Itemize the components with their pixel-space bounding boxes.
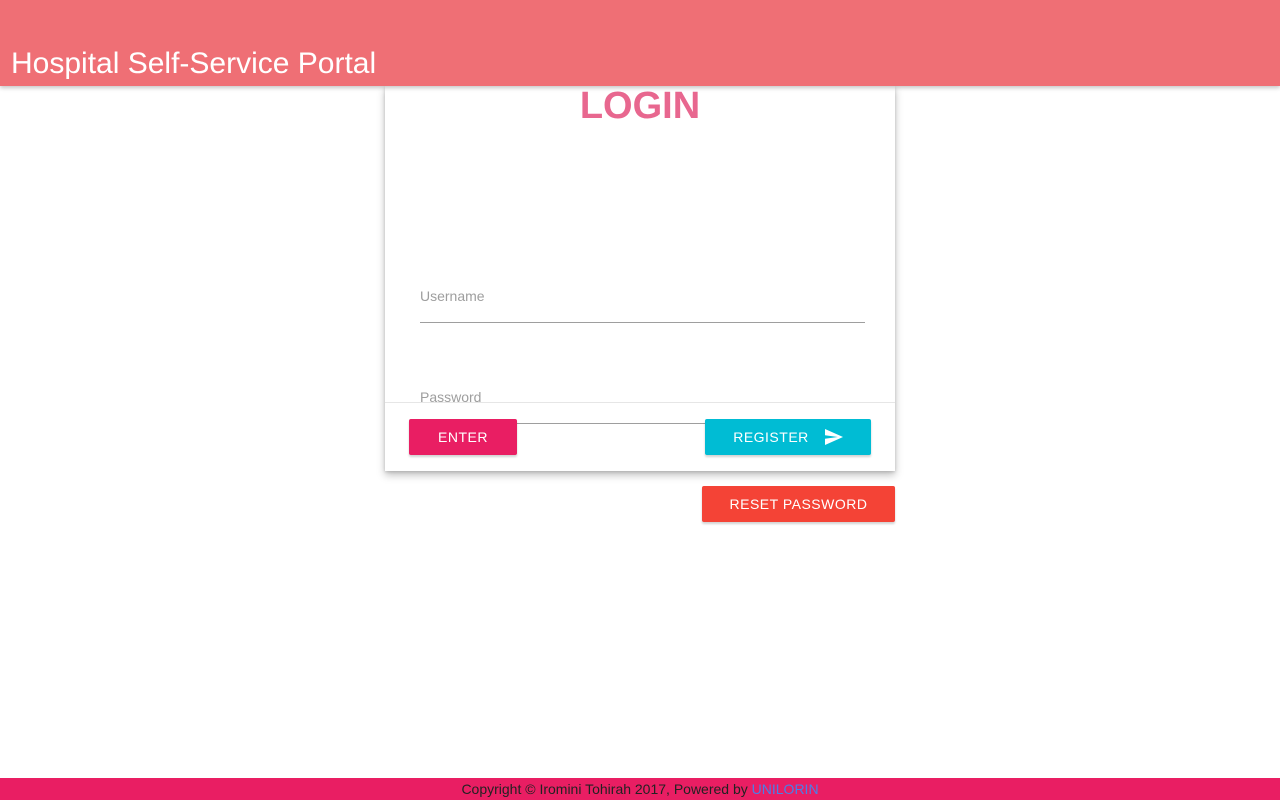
enter-button-label: ENTER	[438, 429, 488, 445]
register-button-label: REGISTER	[733, 429, 809, 445]
username-field-container	[420, 283, 865, 323]
username-input[interactable]	[420, 283, 865, 322]
password-input[interactable]	[420, 384, 865, 423]
app-bar: Hospital Self-Service Portal	[0, 0, 1280, 86]
card-divider	[385, 402, 895, 403]
login-card: LOGIN ENTER REGISTER	[385, 86, 895, 471]
register-button[interactable]: REGISTER	[705, 419, 871, 455]
send-icon	[824, 429, 843, 445]
footer-copyright-text: Copyright © Iromini Tohirah 2017, Powere…	[461, 781, 752, 797]
enter-button[interactable]: ENTER	[409, 419, 517, 455]
reset-password-button[interactable]: RESET PASSWORD	[702, 486, 895, 522]
reset-password-label: RESET PASSWORD	[729, 496, 868, 512]
footer-unilorin-link[interactable]: UNILORIN	[752, 781, 819, 797]
page: Hospital Self-Service Portal LOGIN ENTER…	[0, 0, 1280, 800]
password-field-container	[420, 384, 865, 424]
login-title: LOGIN	[579, 85, 701, 127]
footer: Copyright © Iromini Tohirah 2017, Powere…	[0, 778, 1280, 800]
app-title: Hospital Self-Service Portal	[11, 47, 377, 80]
